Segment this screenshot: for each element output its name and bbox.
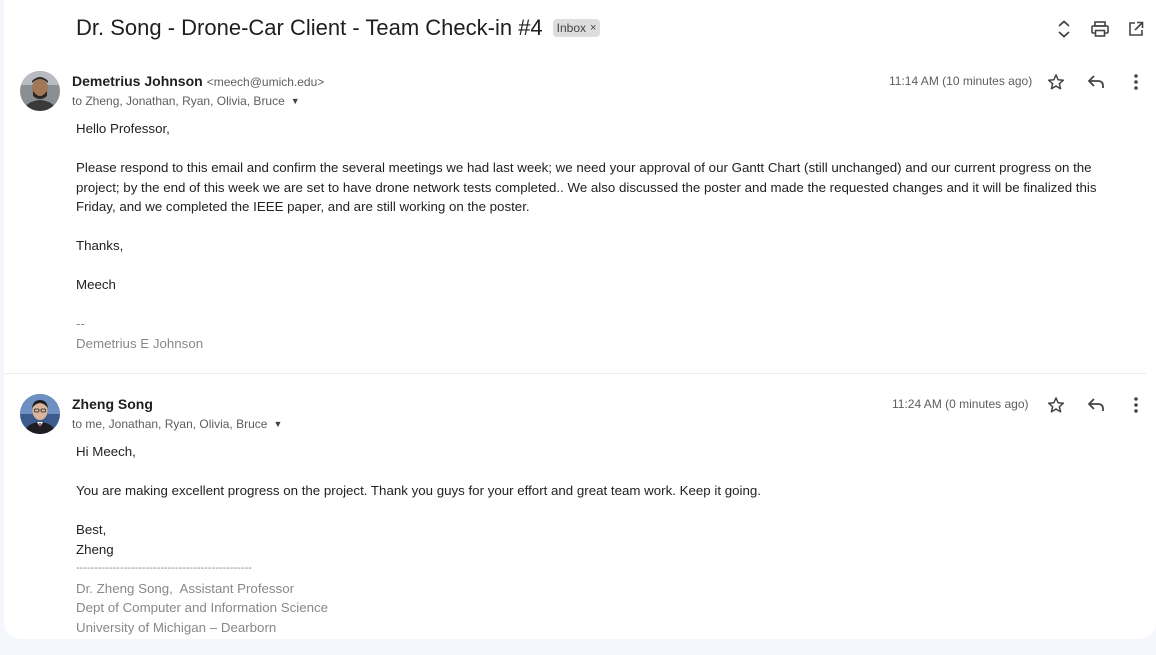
signoff-text: Meech (76, 277, 116, 292)
more-options-icon[interactable] (1126, 72, 1146, 92)
recipients-text: to me, Jonathan, Ryan, Olivia, Bruce (72, 417, 268, 431)
signature-rule: ----------------------------------------… (76, 562, 252, 574)
remove-label-icon[interactable]: × (590, 22, 596, 34)
sender-name[interactable]: Demetrius Johnson (72, 73, 203, 89)
sender-line: Demetrius Johnson <meech@umich.edu> (72, 73, 324, 89)
greeting-text: Hello Professor, (76, 121, 170, 136)
recipients-text: to Zheng, Jonathan, Ryan, Olivia, Bruce (72, 94, 285, 108)
sender-name[interactable]: Zheng Song (72, 396, 153, 412)
email-subject: Dr. Song - Drone-Car Client - Team Check… (76, 15, 601, 41)
print-icon[interactable] (1090, 19, 1110, 39)
reply-icon[interactable] (1086, 395, 1106, 415)
signoff-text: Zheng (76, 541, 114, 557)
signature-university: University of Michigan – Dearborn (76, 619, 277, 635)
reply-icon[interactable] (1086, 72, 1106, 92)
closing-text: Thanks, (76, 238, 124, 253)
message-body: Hi Meech, You are making excellent progr… (76, 442, 1136, 637)
open-in-new-window-icon[interactable] (1126, 19, 1146, 39)
signature-separator: -- (76, 316, 85, 331)
show-details-icon[interactable]: ▼ (291, 96, 300, 106)
inbox-label-text: Inbox (556, 21, 587, 35)
inbox-label-badge[interactable]: Inbox × (552, 19, 601, 37)
signature-department: Dept of Computer and Information Science (76, 600, 329, 615)
sender-email: <meech@umich.edu> (206, 75, 325, 89)
message-timestamp: 11:14 AM (10 minutes ago) (889, 74, 1033, 88)
signature-title: Dr. Zheng Song, Assistant Professor (76, 580, 295, 596)
expand-collapse-icon[interactable] (1054, 19, 1074, 39)
message-timestamp: 11:24 AM (0 minutes ago) (892, 397, 1029, 411)
sender-line: Zheng Song (72, 396, 153, 412)
body-paragraph: Please respond to this email and confirm… (76, 160, 1097, 214)
star-icon[interactable] (1046, 72, 1066, 92)
recipients-line: to Zheng, Jonathan, Ryan, Olivia, Bruce … (72, 94, 300, 108)
greeting-text: Hi Meech, (76, 444, 136, 459)
signature-name: Demetrius E Johnson (76, 335, 204, 351)
avatar[interactable] (20, 394, 60, 434)
subject-text: Dr. Song - Drone-Car Client - Team Check… (76, 15, 543, 40)
star-icon[interactable] (1046, 395, 1066, 415)
closing-text: Best, (76, 522, 107, 537)
avatar[interactable] (20, 71, 60, 111)
body-paragraph: You are making excellent progress on the… (76, 483, 761, 498)
show-details-icon[interactable]: ▼ (273, 419, 282, 429)
message-divider (4, 373, 1146, 374)
more-options-icon[interactable] (1126, 395, 1146, 415)
recipients-line: to me, Jonathan, Ryan, Olivia, Bruce ▼ (72, 417, 282, 431)
message-body: Hello Professor, Please respond to this … (76, 119, 1136, 353)
